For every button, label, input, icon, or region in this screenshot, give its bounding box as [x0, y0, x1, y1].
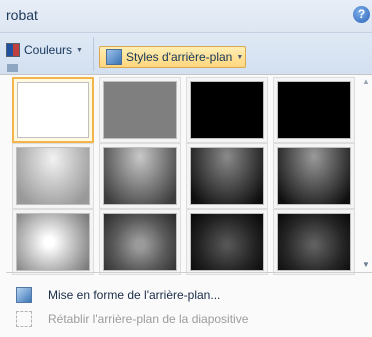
- background-styles-gallery: [12, 77, 360, 277]
- help-icon[interactable]: ?: [353, 6, 370, 23]
- couleurs-button[interactable]: Couleurs ▼: [2, 39, 87, 61]
- background-style-thumbnail: [103, 81, 177, 139]
- gallery-item[interactable]: [186, 77, 268, 143]
- gallery-item[interactable]: [273, 143, 355, 209]
- background-style-thumbnail: [277, 147, 351, 205]
- background-style-thumbnail: [103, 147, 177, 205]
- background-style-thumbnail: [277, 81, 351, 139]
- fonts-icon: [7, 64, 18, 72]
- reset-background-menu-item: Rétablir l'arrière-plan de la diapositiv…: [6, 308, 366, 330]
- scroll-up-arrow-icon[interactable]: ▲: [362, 77, 370, 86]
- gallery-item[interactable]: [99, 77, 181, 143]
- background-style-thumbnail: [103, 213, 177, 271]
- window-titlebar: robat ?: [0, 0, 372, 33]
- background-style-thumbnail: [190, 147, 264, 205]
- reset-background-label: Rétablir l'arrière-plan de la diapositiv…: [48, 312, 249, 326]
- reset-background-icon: [16, 311, 32, 327]
- gallery-item[interactable]: [12, 209, 94, 275]
- background-styles-dropdown: ▲ ▼ Mise en forme de l'arrière-plan... R…: [0, 74, 372, 337]
- format-background-icon: [16, 287, 32, 303]
- menu-divider: [6, 272, 372, 273]
- gallery-item[interactable]: [186, 143, 268, 209]
- gallery-item[interactable]: [12, 77, 94, 143]
- background-style-thumbnail: [17, 82, 89, 138]
- chevron-down-icon: ▼: [236, 53, 244, 61]
- background-styles-button[interactable]: Styles d'arrière-plan ▼: [99, 46, 246, 68]
- ribbon: Couleurs ▼ Styles d'arrière-plan ▼: [0, 33, 372, 74]
- gallery-item[interactable]: [273, 77, 355, 143]
- background-style-thumbnail: [277, 213, 351, 271]
- chevron-down-icon: ▼: [76, 46, 83, 54]
- window-title: robat: [6, 7, 38, 23]
- couleurs-label: Couleurs: [24, 43, 73, 57]
- gallery-item[interactable]: [186, 209, 268, 275]
- background-style-thumbnail: [16, 213, 90, 271]
- background-styles-icon: [106, 49, 122, 65]
- theme-colors-icon: [6, 43, 20, 57]
- gallery-item[interactable]: [99, 209, 181, 275]
- background-style-thumbnail: [16, 147, 90, 205]
- gallery-item[interactable]: [273, 209, 355, 275]
- gallery-item[interactable]: [12, 143, 94, 209]
- format-background-menu-item[interactable]: Mise en forme de l'arrière-plan...: [6, 284, 366, 306]
- ribbon-separator: [93, 37, 94, 71]
- format-background-label: Mise en forme de l'arrière-plan...: [48, 288, 221, 302]
- background-style-thumbnail: [190, 81, 264, 139]
- background-style-thumbnail: [190, 213, 264, 271]
- scroll-down-arrow-icon[interactable]: ▼: [362, 260, 370, 269]
- background-styles-label: Styles d'arrière-plan: [126, 50, 233, 64]
- gallery-item[interactable]: [99, 143, 181, 209]
- gallery-scrollbar[interactable]: ▲ ▼: [360, 75, 372, 271]
